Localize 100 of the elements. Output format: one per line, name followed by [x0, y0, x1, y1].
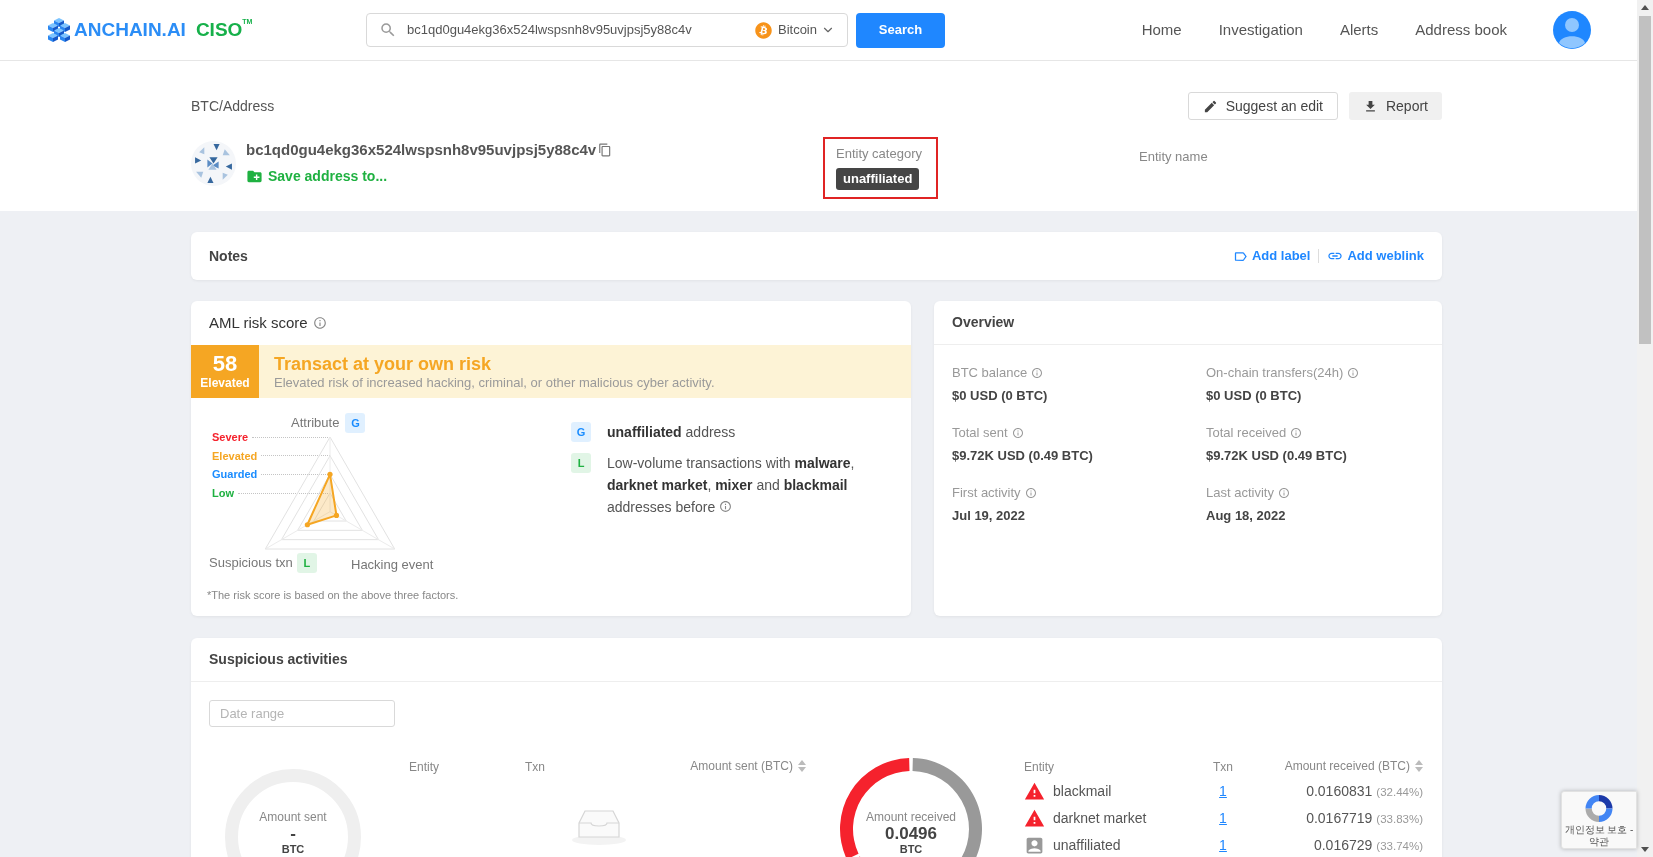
- nav-link[interactable]: Alerts: [1339, 18, 1379, 42]
- nav-link[interactable]: Address book: [1415, 18, 1507, 42]
- stat-value: $9.72K USD (0.49 BTC): [952, 448, 1093, 464]
- stat-value: $0 USD (0 BTC): [952, 388, 1048, 404]
- risk-headline: Transact at your own risk: [274, 352, 493, 375]
- amount-share: (33.83%): [1376, 812, 1423, 827]
- report-button[interactable]: Report: [1348, 92, 1442, 120]
- logo-wordmark: ANCHAIN.AI: [74, 19, 186, 41]
- card-title: Notes: [209, 246, 248, 266]
- scrollbar-thumb[interactable]: [1639, 16, 1651, 344]
- breadcrumb: BTC/Address: [191, 96, 275, 116]
- entity-name-label: Entity name: [1139, 149, 1208, 164]
- column-header: Entity: [1024, 760, 1054, 774]
- info-icon: [1011, 427, 1024, 439]
- ring-total: -: [290, 825, 296, 843]
- stat-value: Jul 19, 2022: [952, 508, 1025, 524]
- leader-line: [261, 455, 330, 457]
- risk-level-label: Severe: [212, 430, 249, 444]
- info-icon: [1031, 367, 1044, 379]
- search-icon: [379, 21, 397, 39]
- currency-select[interactable]: Bitcoin: [754, 20, 835, 40]
- column-header: Entity: [409, 760, 439, 774]
- recaptcha-badge[interactable]: 개인정보 보호 - 약관: [1561, 791, 1637, 849]
- entity-name: darknet market: [1053, 809, 1147, 828]
- info-icon: [312, 316, 327, 330]
- amount-value: 0.0160831: [1306, 782, 1373, 801]
- column-header: Amount sent (BTC): [690, 759, 793, 773]
- stat-label: Total sent: [952, 425, 1008, 441]
- amount-value: 0.016729: [1313, 836, 1373, 855]
- add-weblink-link[interactable]: Add weblink: [1327, 246, 1424, 266]
- risk-factor-text: Low-volume transactions with malware, darknet market, mixer and blackmail addresses before: [607, 454, 856, 517]
- product-name: CISO: [195, 19, 243, 41]
- folder-plus-icon: [246, 168, 263, 185]
- category-tag: unaffiliated: [836, 167, 920, 190]
- bitcoin-icon: [754, 21, 772, 39]
- nav-link[interactable]: Home: [1141, 18, 1182, 42]
- search-button[interactable]: Search: [856, 12, 945, 48]
- info-icon: [1024, 487, 1037, 499]
- grade-badge: L: [296, 553, 317, 573]
- ring-label: Amount received: [865, 809, 956, 825]
- ring-total: 0.0496: [885, 825, 937, 843]
- risk-factor-text: unaffiliated address: [607, 423, 737, 442]
- card-title: Overview: [952, 313, 1015, 332]
- suggest-edit-button[interactable]: Suggest an edit: [1187, 92, 1338, 120]
- scroll-down-icon[interactable]: [1641, 847, 1649, 852]
- empty-inbox-icon: [571, 807, 627, 845]
- stat-label: On-chain transfers(24h): [1206, 365, 1344, 381]
- stat-label: BTC balance: [952, 365, 1028, 381]
- info-icon: [1290, 427, 1303, 439]
- stat-label: Last activity: [1206, 485, 1274, 501]
- ring-unit: BTC: [899, 843, 923, 855]
- risk-score: 58: [212, 352, 238, 376]
- info-icon: [1347, 367, 1360, 379]
- column-header: Txn: [1213, 760, 1233, 774]
- risk-description: Elevated risk of increased hacking, criminal, or other malicious cyber activity.: [274, 374, 715, 391]
- recaptcha-logo-icon: [1585, 795, 1613, 822]
- risk-level: Elevated: [200, 376, 250, 391]
- terms-link[interactable]: 약관: [1589, 836, 1609, 848]
- stat-label: First activity: [952, 485, 1021, 501]
- ring-unit: BTC: [281, 843, 305, 855]
- stat-value: $0 USD (0 BTC): [1206, 388, 1302, 404]
- txn-count-link[interactable]: 1: [1219, 808, 1227, 829]
- cubes-logo-icon: [48, 18, 70, 42]
- txn-count-link[interactable]: 1: [1219, 781, 1227, 802]
- entity-category-label: Entity category: [836, 145, 922, 163]
- copy-icon[interactable]: [598, 143, 613, 157]
- info-icon: [1277, 487, 1290, 499]
- risk-level-label: Low: [212, 486, 234, 500]
- scroll-up-icon[interactable]: [1641, 5, 1649, 10]
- pencil-icon: [1202, 98, 1218, 114]
- address-text: bc1qd0gu4ekg36x524lwspsnh8v95uvjpsj5y88c4v: [246, 141, 597, 159]
- identicon-icon: [191, 141, 236, 186]
- entity-name: blackmail: [1053, 782, 1112, 801]
- column-header: Txn: [525, 760, 545, 774]
- nav-link[interactable]: Investigation: [1218, 18, 1303, 42]
- risk-level-label: Guarded: [212, 467, 258, 482]
- risk-level-label: Elevated: [212, 448, 258, 463]
- sort-icon[interactable]: [1415, 760, 1423, 772]
- user-avatar-icon[interactable]: [1553, 11, 1591, 49]
- column-header: Amount received (BTC): [1284, 759, 1410, 773]
- card-title: AML risk score: [209, 312, 308, 333]
- grade-badge: L: [571, 453, 591, 473]
- search-field[interactable]: bc1qd0gu4ekg36x524lwspsnh8v95uvjpsj5y88c4v Bitcoin: [366, 13, 848, 47]
- sort-icon[interactable]: [798, 760, 806, 772]
- amount-share: (33.74%): [1376, 839, 1423, 854]
- entity-name: unaffiliated: [1053, 836, 1121, 855]
- card-title: Suspicious activities: [209, 650, 348, 669]
- axis-label: Hacking event: [351, 556, 434, 574]
- txn-count-link[interactable]: 1: [1219, 835, 1227, 856]
- grade-badge: G: [571, 422, 591, 442]
- grade-badge: G: [345, 413, 366, 433]
- privacy-link[interactable]: 개인정보 보호 -: [1564, 824, 1634, 836]
- footnote: *The risk score is based on the above three factors.: [207, 588, 459, 603]
- date-range-input[interactable]: Date range: [209, 700, 395, 727]
- add-label-link[interactable]: Add label: [1232, 246, 1311, 266]
- axis-label: Suspicious txn: [209, 554, 293, 573]
- ring-label: Amount sent: [259, 809, 327, 825]
- amount-value: 0.0167719: [1306, 809, 1373, 828]
- stat-value: Aug 18, 2022: [1206, 508, 1286, 524]
- stat-label: Total received: [1206, 425, 1287, 441]
